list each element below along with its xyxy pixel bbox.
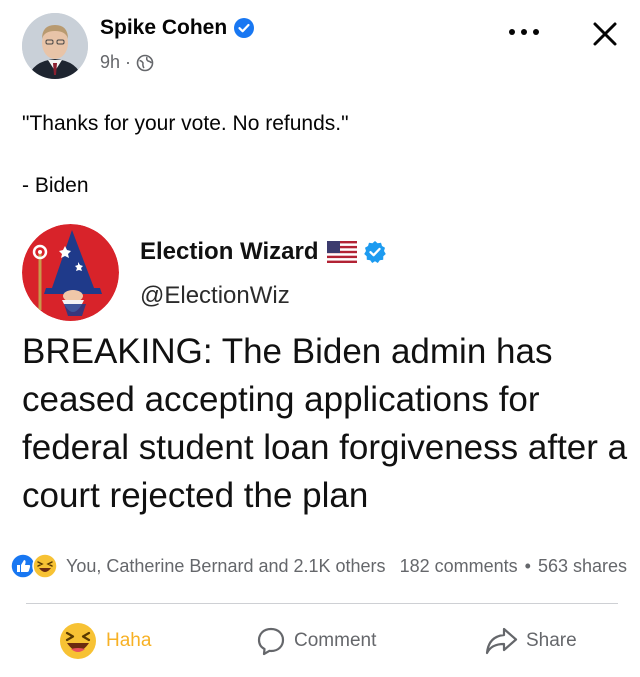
author-photo — [22, 13, 88, 79]
globe-icon — [136, 54, 154, 71]
haha-emoji-icon — [60, 623, 96, 659]
tweet-avatar — [22, 224, 119, 321]
tweet-text: BREAKING: The Biden admin has ceased acc… — [22, 332, 628, 515]
share-icon — [485, 627, 518, 655]
divider — [26, 603, 618, 604]
tweet-name-row: Election Wizard — [140, 238, 387, 266]
close-button[interactable] — [585, 14, 625, 54]
more-options-button[interactable] — [502, 20, 546, 44]
reactions-text[interactable]: You, Catherine Bernard and 2.1K others — [66, 556, 386, 577]
haha-button[interactable]: Haha — [58, 618, 151, 664]
reaction-icons[interactable] — [10, 553, 58, 579]
haha-label: Haha — [106, 630, 152, 651]
reactions-summary: You, Catherine Bernard and 2.1K others 1… — [10, 553, 640, 579]
tweet-author-name[interactable]: Election Wizard — [140, 238, 318, 266]
share-button[interactable]: Share — [484, 618, 577, 664]
comment-button[interactable]: Comment — [256, 618, 376, 664]
comment-icon — [257, 627, 285, 656]
comment-label: Comment — [294, 630, 377, 651]
wizard-logo-icon — [22, 224, 119, 321]
comments-count[interactable]: 182 comments — [400, 556, 518, 577]
author-name[interactable]: Spike Cohen — [100, 16, 227, 40]
reactions-separator: • — [524, 555, 531, 576]
close-icon — [593, 22, 617, 46]
tweet-handle[interactable]: @ElectionWiz — [140, 282, 290, 310]
author-avatar[interactable] — [22, 13, 88, 79]
meta-separator: · — [125, 52, 132, 72]
post-caption-attribution: - Biden — [22, 174, 89, 197]
us-flag-icon — [327, 241, 358, 263]
ellipsis-icon — [509, 29, 539, 35]
author-row: Spike Cohen — [100, 16, 255, 40]
shares-count[interactable]: 563 shares — [538, 556, 627, 577]
share-label: Share — [526, 630, 577, 651]
post-caption-quote: "Thanks for your vote. No refunds." — [22, 112, 349, 135]
tweet-verified-badge-icon — [364, 241, 387, 263]
post-time[interactable]: 9h — [100, 52, 120, 73]
haha-reaction-icon — [32, 553, 58, 579]
post-meta: 9h · — [100, 52, 154, 73]
verified-badge-icon — [234, 18, 255, 38]
